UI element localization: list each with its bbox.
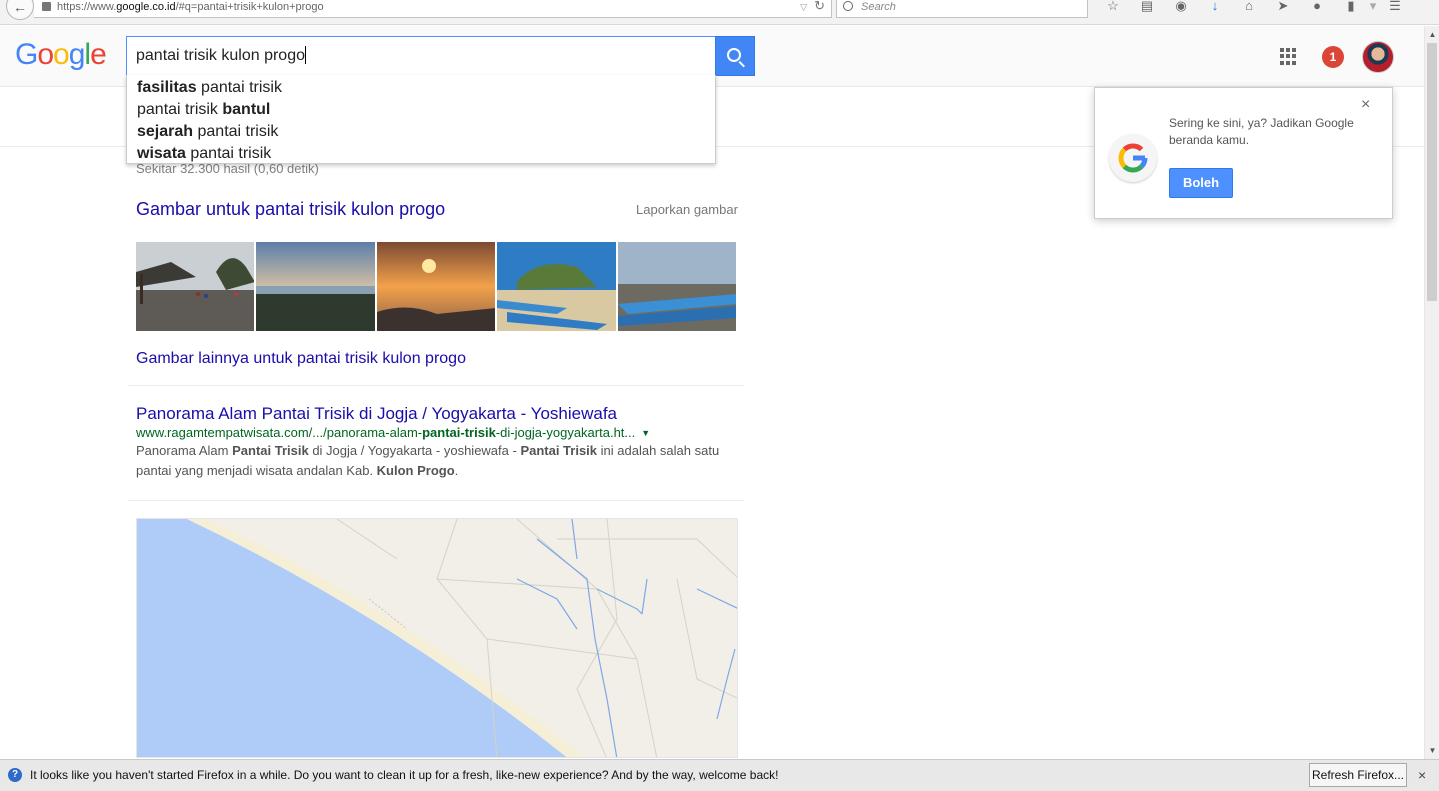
avatar[interactable]: [1362, 41, 1394, 73]
result-title-link[interactable]: Panorama Alam Pantai Trisik di Jogja / Y…: [136, 404, 617, 424]
extension-icon[interactable]: ●: [1300, 0, 1334, 14]
result-url[interactable]: www.ragamtempatwisata.com/.../panorama-a…: [136, 425, 650, 440]
boats-cliff-image: [497, 242, 616, 331]
result-url-bold: pantai-trisik: [422, 425, 496, 440]
search-button[interactable]: [715, 36, 755, 76]
logo-letter: e: [90, 38, 107, 71]
url-prefix: https://www.: [57, 1, 117, 13]
more-images-link[interactable]: Gambar lainnya untuk pantai trisik kulon…: [136, 350, 466, 368]
image-thumbnail[interactable]: [136, 242, 255, 331]
suggestion-rest: pantai trisik: [185, 145, 272, 162]
suggestion-item[interactable]: pantai trisik bantul: [127, 100, 715, 122]
image-thumbnail[interactable]: [256, 242, 375, 331]
snippet-bold: Pantai Trisik: [232, 443, 309, 458]
address-bar[interactable]: https://www.google.co.id/#q=pantai+trisi…: [34, 0, 832, 18]
search-input[interactable]: pantai trisik kulon progo: [126, 36, 716, 76]
divider: [128, 385, 744, 386]
image-thumbnail[interactable]: [617, 242, 737, 331]
browser-search-field[interactable]: Search: [836, 0, 1088, 18]
page-scrollbar[interactable]: ▲ ▼: [1424, 26, 1439, 759]
image-thumbnail[interactable]: [376, 242, 496, 331]
suggestion-rest: pantai trisik: [137, 101, 223, 118]
text-caret: [304, 46, 306, 64]
refresh-firefox-button[interactable]: Refresh Firefox...: [1309, 763, 1407, 787]
scroll-thumb[interactable]: [1427, 43, 1437, 301]
snippet-text: di Jogja / Yogyakarta - yoshiewafa -: [308, 443, 521, 458]
url-path: /#q=pantai+trisik+kulon+progo: [175, 1, 324, 13]
report-images-link[interactable]: Laporkan gambar: [636, 202, 738, 217]
map-preview[interactable]: [136, 518, 738, 758]
notification-bar: ? It looks like you haven't started Fire…: [0, 759, 1439, 791]
notification-text: It looks like you haven't started Firefo…: [30, 768, 779, 782]
google-logo[interactable]: Google: [15, 38, 107, 72]
url-dropdown-icon[interactable]: ▽: [800, 0, 807, 15]
suggestion-rest: pantai trisik: [193, 123, 279, 140]
suggestion-rest: pantai trisik: [196, 79, 282, 96]
logo-letter: o: [53, 38, 70, 71]
browser-toolbar: ← https://www.google.co.id/#q=pantai+tri…: [0, 0, 1439, 25]
apps-grid-icon[interactable]: [1280, 48, 1297, 65]
notification-badge[interactable]: 1: [1322, 46, 1344, 68]
reload-icon[interactable]: ↻: [814, 0, 825, 14]
logo-letter: o: [37, 38, 54, 71]
snippet-text: .: [454, 463, 459, 478]
scroll-down-icon[interactable]: ▼: [1425, 742, 1439, 759]
beach-people-image: [136, 242, 255, 331]
clipboard-icon[interactable]: ▮: [1334, 0, 1368, 14]
snippet-bold: Pantai Trisik: [520, 443, 598, 458]
suggestion-bold: fasilitas: [137, 79, 197, 96]
bookmark-star-icon[interactable]: ☆: [1096, 0, 1130, 14]
search-query: pantai trisik kulon progo: [136, 47, 305, 64]
toolbar-icons: ☆ ▤ ◉ ↓ ⌂ ➤ ● ▮ ▾ ☰: [1096, 0, 1412, 14]
overflow-chevron-icon[interactable]: ▾: [1368, 0, 1378, 14]
close-icon[interactable]: ×: [1418, 767, 1426, 783]
suggestion-item[interactable]: fasilitas pantai trisik: [127, 78, 715, 100]
suggestion-bold: bantul: [222, 101, 271, 118]
back-arrow-icon: ←: [13, 0, 27, 15]
result-url-pre: www.ragamtempatwisata.com/.../panorama-a…: [136, 425, 423, 440]
snippet-text: Panorama Alam: [136, 443, 233, 458]
set-homepage-button[interactable]: Boleh: [1169, 168, 1233, 198]
divider: [128, 500, 744, 501]
send-icon[interactable]: ➤: [1266, 0, 1300, 14]
homepage-prompt-text: Sering ke sini, ya? Jadikan Google beran…: [1169, 116, 1354, 147]
logo-letter: g: [68, 38, 86, 71]
images-heading-link[interactable]: Gambar untuk pantai trisik kulon progo: [136, 199, 445, 220]
browser-search-placeholder: Search: [861, 1, 896, 13]
back-button[interactable]: ←: [6, 0, 34, 20]
scroll-up-icon[interactable]: ▲: [1425, 26, 1439, 43]
sunset-sea-image: [376, 242, 496, 331]
home-icon[interactable]: ⌂: [1232, 0, 1266, 14]
search-icon: [843, 1, 853, 11]
suggestion-item[interactable]: sejarah pantai trisik: [127, 122, 715, 144]
close-icon[interactable]: ×: [1361, 96, 1370, 114]
image-thumbnail[interactable]: [497, 242, 616, 331]
result-snippet: Panorama Alam Pantai Trisik di Jogja / Y…: [136, 441, 736, 481]
reading-list-icon[interactable]: ▤: [1130, 0, 1164, 14]
image-thumbnails: [136, 242, 737, 331]
download-icon[interactable]: ↓: [1198, 0, 1232, 14]
info-icon: ?: [8, 768, 22, 782]
snippet-bold: Kulon Progo: [376, 463, 455, 478]
url-domain: google.co.id: [116, 1, 176, 13]
homepage-prompt: Sering ke sini, ya? Jadikan Google beran…: [1094, 87, 1393, 219]
suggestion-bold: wisata: [137, 145, 186, 162]
logo-letter: G: [15, 38, 38, 71]
suggestion-item[interactable]: wisata pantai trisik: [127, 144, 715, 166]
result-url-post: -di-jogja-yogyakarta.ht...: [495, 425, 636, 440]
result-options-icon[interactable]: ▼: [641, 428, 650, 438]
suggestion-bold: sejarah: [137, 123, 194, 140]
google-g-icon: [1109, 134, 1157, 182]
beach-sunset-image: [256, 242, 375, 331]
lock-icon: [42, 2, 51, 11]
pocket-icon[interactable]: ◉: [1164, 0, 1198, 14]
google-g-logo: [1118, 143, 1148, 173]
fishing-boats-image: [617, 242, 737, 331]
browser-window: ← https://www.google.co.id/#q=pantai+tri…: [0, 0, 1439, 791]
map-image: [137, 519, 737, 757]
search-icon: [726, 47, 741, 62]
menu-icon[interactable]: ☰: [1378, 0, 1412, 14]
autocomplete-dropdown: fasilitas pantai trisik pantai trisik ba…: [126, 75, 716, 164]
